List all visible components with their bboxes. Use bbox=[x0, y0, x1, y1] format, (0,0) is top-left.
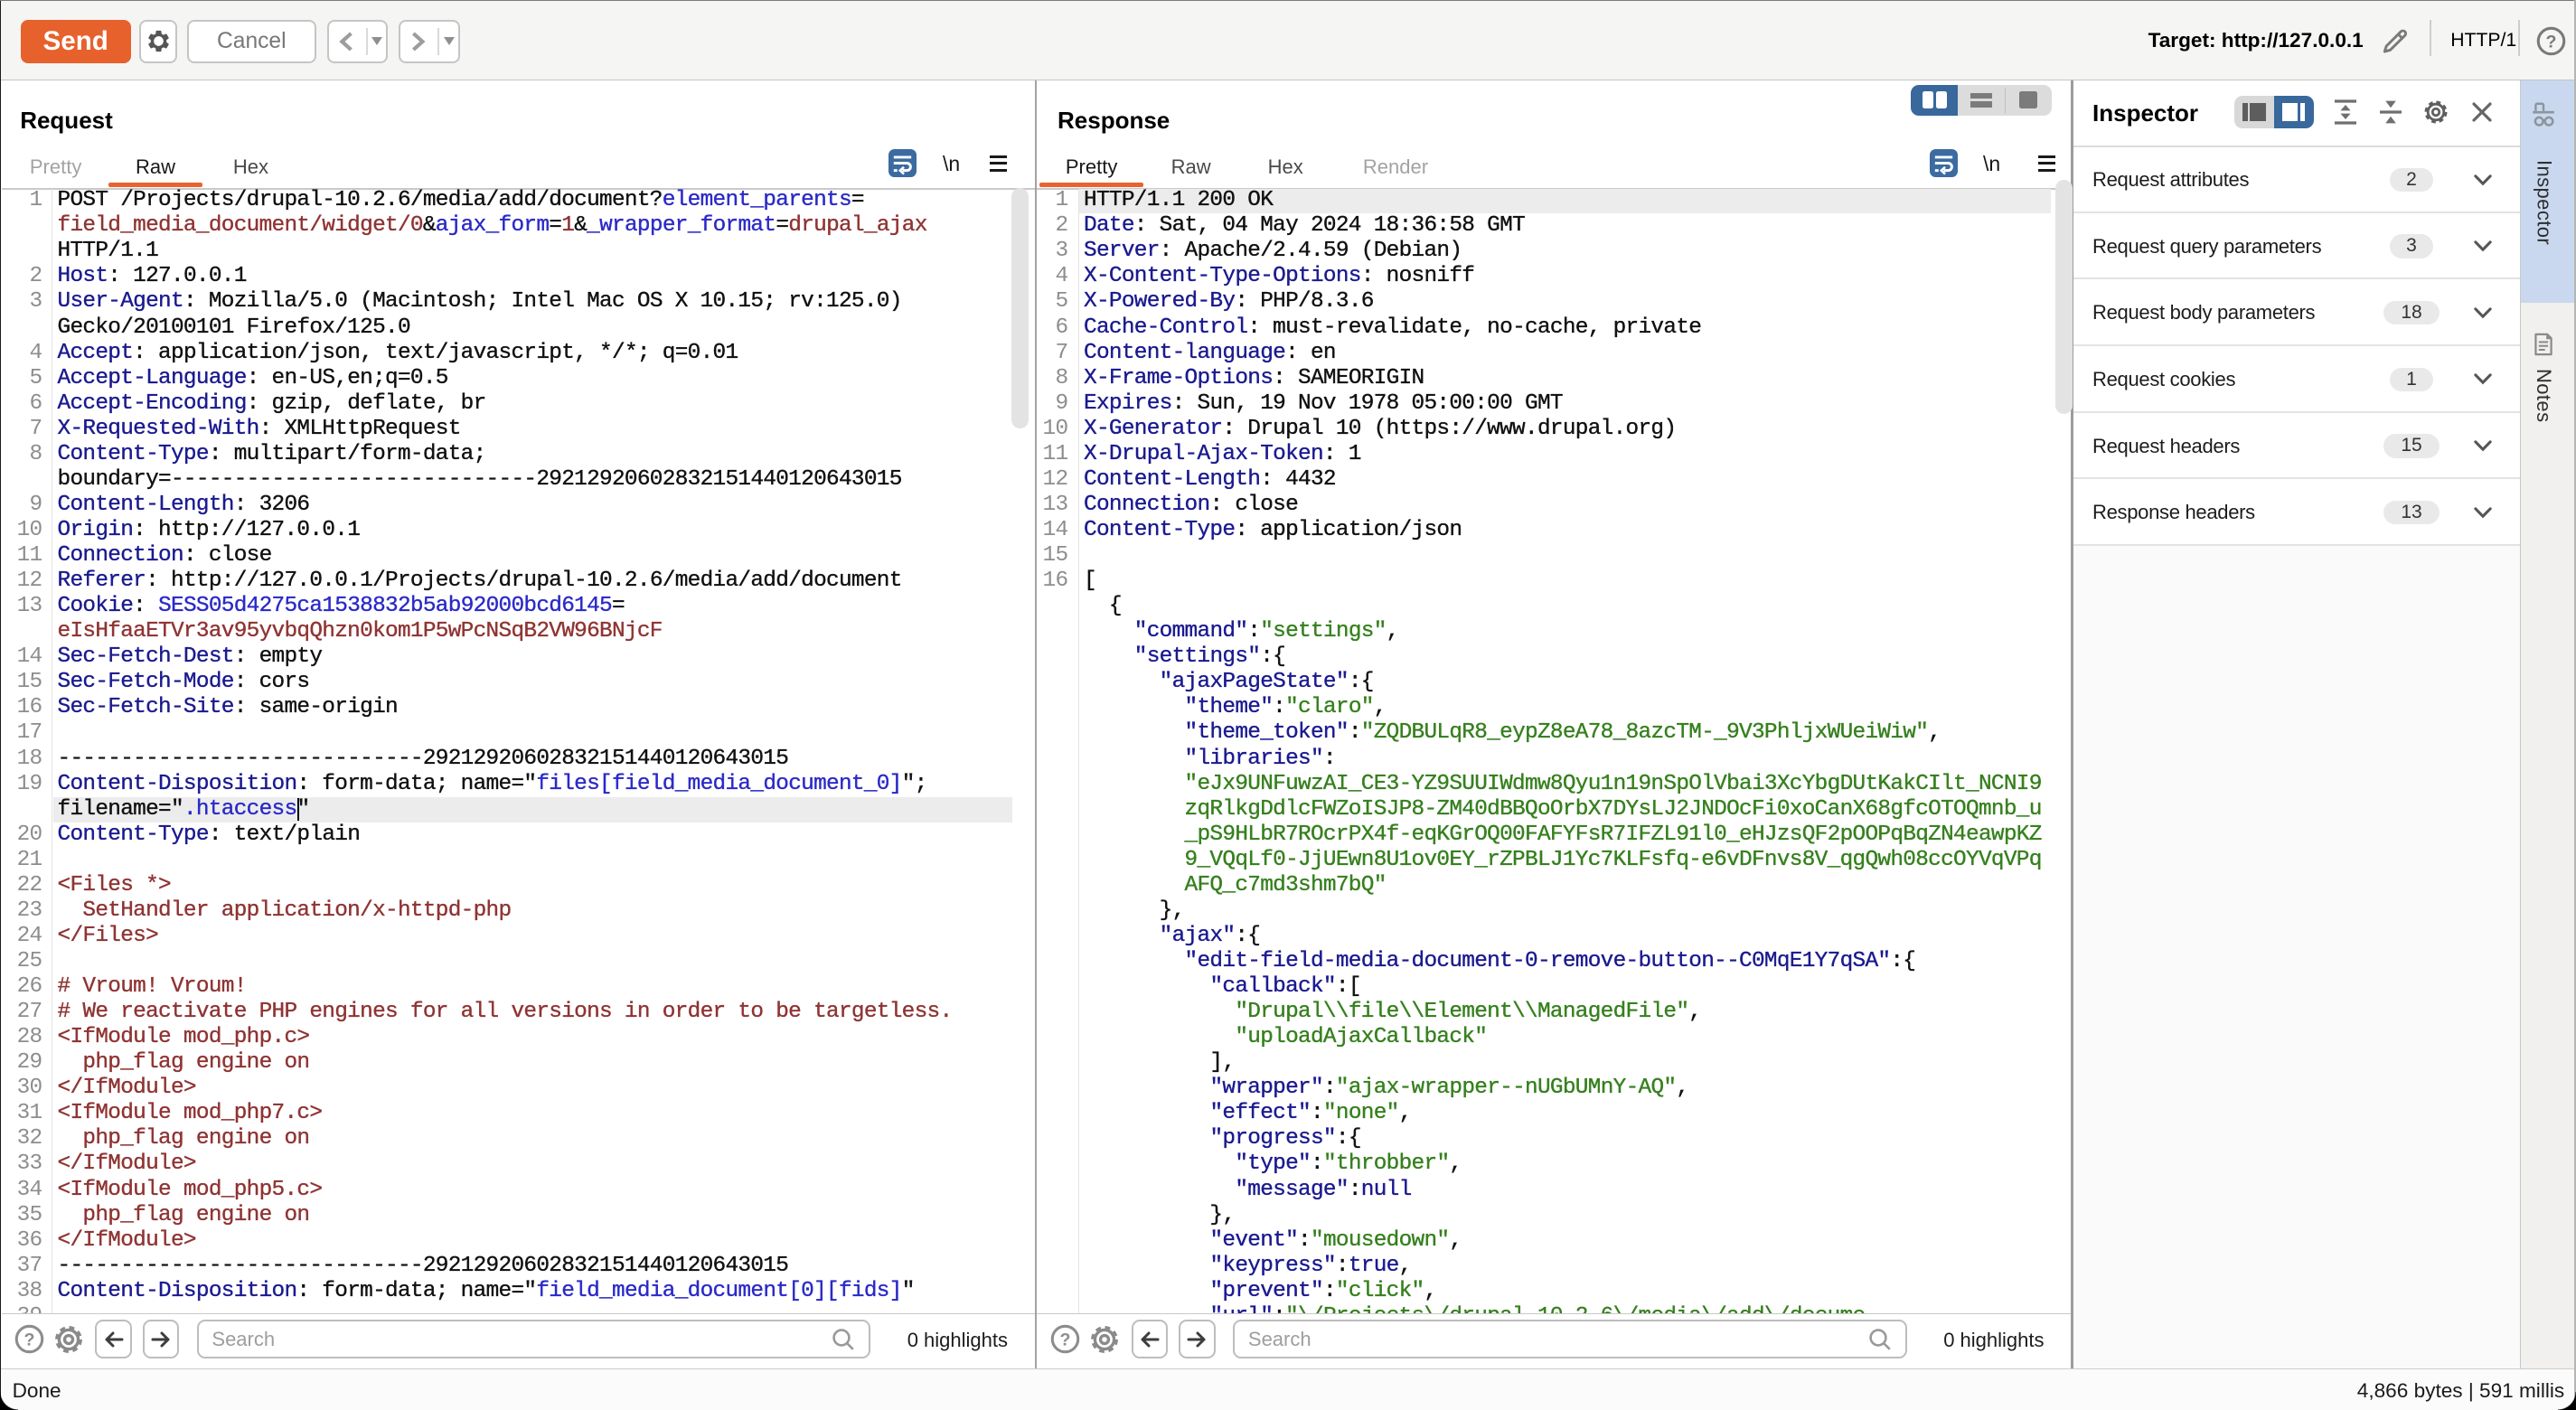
svg-text:?: ? bbox=[2545, 32, 2556, 52]
svg-text:?: ? bbox=[24, 1330, 34, 1350]
svg-text:?: ? bbox=[1060, 1330, 1071, 1350]
